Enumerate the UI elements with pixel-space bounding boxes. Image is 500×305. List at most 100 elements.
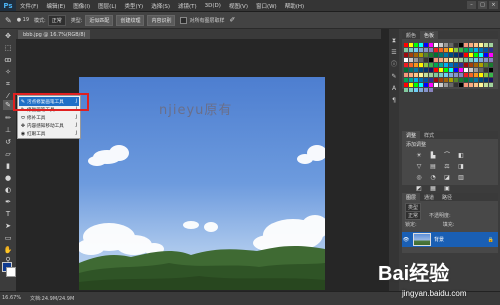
move-icon[interactable]: ✥: [3, 31, 13, 41]
healing-brush-icon[interactable]: ✎: [5, 16, 12, 25]
color-swatch[interactable]: [479, 73, 483, 77]
color-swatch[interactable]: [439, 68, 443, 72]
color-swatch[interactable]: [484, 83, 488, 87]
color-swatch[interactable]: [439, 43, 443, 47]
color-swatch[interactable]: [489, 58, 493, 62]
color-swatch[interactable]: [449, 78, 453, 82]
background-color-swatch[interactable]: [6, 267, 16, 277]
color-swatch[interactable]: [414, 53, 418, 57]
color-swatch[interactable]: [429, 73, 433, 77]
color-swatch[interactable]: [449, 73, 453, 77]
blur-icon[interactable]: ●: [3, 173, 13, 183]
color-swatch[interactable]: [419, 43, 423, 47]
document-tab[interactable]: bbb.jpg @ 16.7%(RGB/8): [18, 30, 91, 39]
minimize-button[interactable]: –: [467, 1, 476, 9]
color-swatch[interactable]: [414, 68, 418, 72]
color-swatch[interactable]: [404, 53, 408, 57]
color-swatch[interactable]: [454, 48, 458, 52]
color-swatch[interactable]: [454, 73, 458, 77]
lasso-icon[interactable]: ꝏ: [3, 55, 13, 65]
color-swatch[interactable]: [414, 63, 418, 67]
color-swatch[interactable]: [434, 63, 438, 67]
menu-file[interactable]: 文件(F): [16, 2, 42, 10]
color-swatch[interactable]: [429, 58, 433, 62]
color-swatch[interactable]: [464, 83, 468, 87]
color-swatch[interactable]: [474, 68, 478, 72]
color-swatch[interactable]: [469, 78, 473, 82]
color-swatch[interactable]: [449, 83, 453, 87]
history-brush-icon[interactable]: ↺: [3, 137, 13, 147]
color-swatch[interactable]: [424, 83, 428, 87]
color-swatch[interactable]: [469, 63, 473, 67]
color-swatch[interactable]: [479, 68, 483, 72]
color-swatch[interactable]: [419, 68, 423, 72]
history-icon[interactable]: ⧗: [390, 37, 398, 45]
crop-icon[interactable]: ⌗: [3, 79, 13, 89]
color-swatch[interactable]: [484, 58, 488, 62]
color-swatch[interactable]: [479, 63, 483, 67]
color-swatch[interactable]: [424, 68, 428, 72]
color-swatch[interactable]: [404, 73, 408, 77]
color-swatch[interactable]: [484, 63, 488, 67]
menu-image[interactable]: 图像(I): [69, 2, 94, 10]
content-aware-button[interactable]: 内容识别: [147, 14, 176, 26]
color-swatch[interactable]: [449, 63, 453, 67]
color-swatch[interactable]: [444, 78, 448, 82]
color-swatch[interactable]: [484, 48, 488, 52]
color-swatch[interactable]: [489, 78, 493, 82]
menu-help[interactable]: 帮助(H): [281, 2, 308, 10]
color-swatch[interactable]: [444, 48, 448, 52]
close-button[interactable]: ×: [489, 1, 498, 9]
color-swatch[interactable]: [424, 58, 428, 62]
flyout-item-red-eye[interactable]: ◉ 红眼工具 J: [19, 129, 79, 138]
color-swatch[interactable]: [424, 53, 428, 57]
threshold-icon[interactable]: ◩: [415, 185, 423, 192]
info-icon[interactable]: ⓘ: [390, 61, 398, 69]
color-swatch[interactable]: [464, 58, 468, 62]
color-swatch[interactable]: [429, 78, 433, 82]
color-swatch[interactable]: [404, 88, 408, 92]
color-swatch[interactable]: [454, 68, 458, 72]
type-icon[interactable]: T: [3, 209, 13, 219]
color-swatch[interactable]: [409, 53, 413, 57]
color-swatch[interactable]: [489, 68, 493, 72]
color-swatch[interactable]: [434, 68, 438, 72]
color-swatch[interactable]: [424, 73, 428, 77]
color-swatch[interactable]: [419, 73, 423, 77]
color-swatch[interactable]: [484, 73, 488, 77]
color-swatch[interactable]: [419, 88, 423, 92]
color-swatch[interactable]: [444, 73, 448, 77]
color-swatch[interactable]: [424, 88, 428, 92]
color-swatch[interactable]: [429, 43, 433, 47]
color-swatch[interactable]: [449, 43, 453, 47]
color-swatch[interactable]: [464, 78, 468, 82]
color-swatch[interactable]: [454, 78, 458, 82]
color-swatch[interactable]: [449, 58, 453, 62]
color-swatch[interactable]: [454, 53, 458, 57]
color-swatch[interactable]: [449, 48, 453, 52]
swatch-grid[interactable]: [404, 43, 496, 92]
color-swatch[interactable]: [439, 58, 443, 62]
color-swatch[interactable]: [479, 53, 483, 57]
color-swatch[interactable]: [409, 43, 413, 47]
layer-row-background[interactable]: 👁 背景 🔒: [402, 232, 498, 247]
menu-type[interactable]: 类型(Y): [121, 2, 148, 10]
brush-panel-icon[interactable]: ✎: [390, 73, 398, 81]
color-swatch[interactable]: [489, 73, 493, 77]
color-swatch[interactable]: [404, 78, 408, 82]
posterize-icon[interactable]: ▥: [457, 174, 465, 181]
quick-select-icon[interactable]: ✧: [3, 67, 13, 77]
color-swatch[interactable]: [439, 53, 443, 57]
color-swatch[interactable]: [459, 78, 463, 82]
tab-swatches[interactable]: 色板: [420, 31, 439, 39]
color-swatch[interactable]: [419, 58, 423, 62]
color-swatch[interactable]: [444, 68, 448, 72]
color-swatch[interactable]: [479, 43, 483, 47]
color-swatch[interactable]: [419, 53, 423, 57]
character-icon[interactable]: A: [390, 85, 398, 93]
color-swatch[interactable]: [439, 83, 443, 87]
color-swatch[interactable]: [459, 53, 463, 57]
color-swatch[interactable]: [469, 43, 473, 47]
zoom-level[interactable]: 16.67%: [2, 295, 21, 301]
color-swatch[interactable]: [474, 83, 478, 87]
